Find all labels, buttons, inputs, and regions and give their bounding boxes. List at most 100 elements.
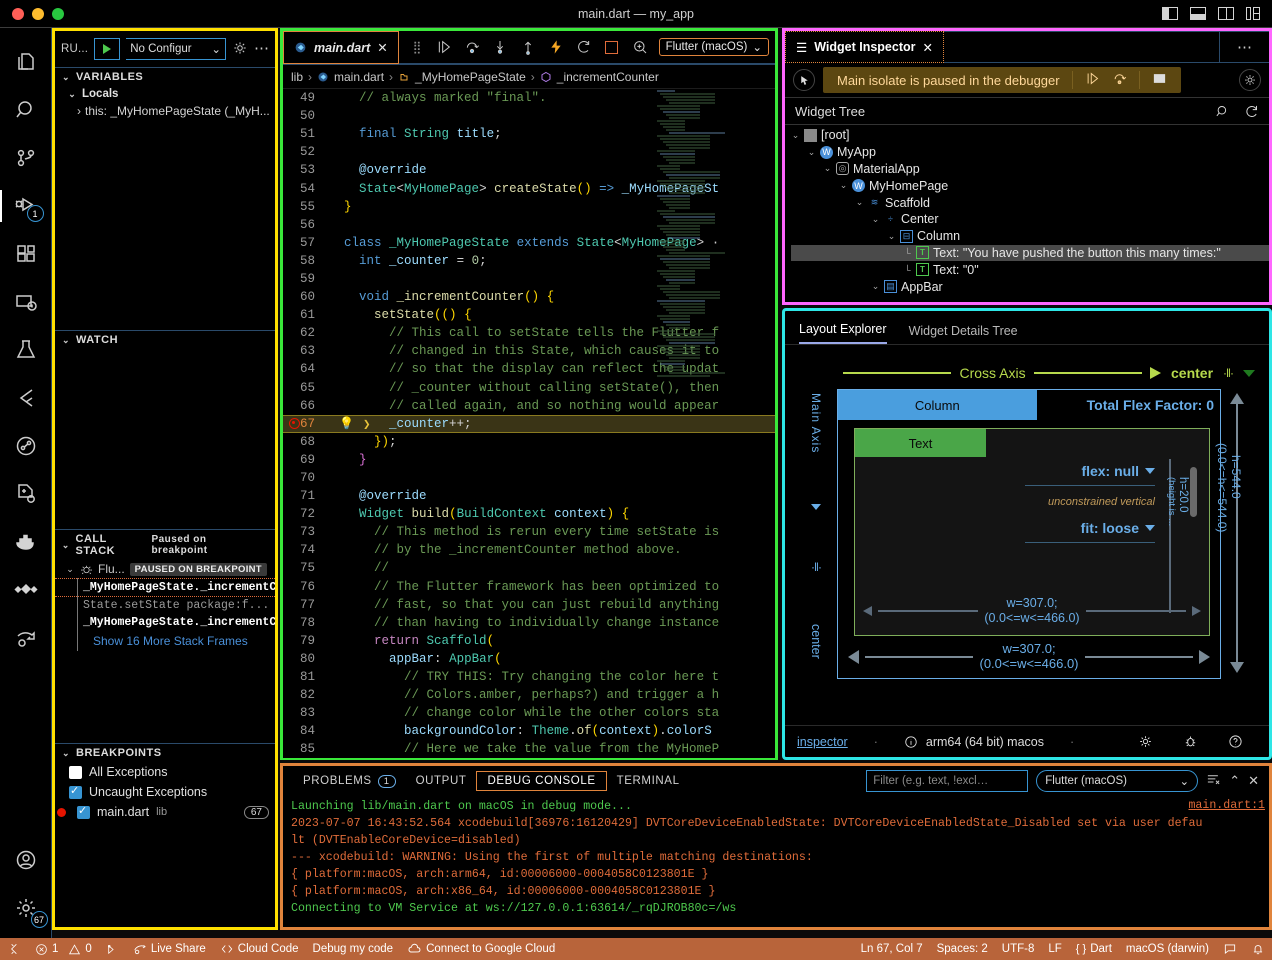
step-over-icon[interactable] (463, 38, 481, 56)
minimap[interactable] (657, 89, 715, 758)
activity-cpp-tools[interactable] (0, 470, 52, 518)
source-link[interactable]: main.dart:1 (1188, 797, 1265, 814)
status-problems[interactable]: 1 0 (28, 938, 99, 960)
widget-tree-node[interactable]: ⌄▤AppBar (791, 278, 1269, 295)
chevron-down-icon[interactable]: ⌄ (791, 130, 800, 141)
variable-row[interactable]: ›this: _MyHomePageState (_MyH... (55, 102, 275, 120)
close-panel-icon[interactable]: ✕ (1248, 773, 1259, 789)
hot-reload-icon[interactable] (547, 38, 565, 56)
activity-search[interactable] (0, 86, 52, 134)
activity-docker[interactable] (0, 518, 52, 566)
inspector-settings-button[interactable] (1239, 69, 1261, 91)
callstack-thread-row[interactable]: ⌄ Flu... PAUSED ON BREAKPOINT (55, 560, 275, 578)
status-platform[interactable]: macOS (darwin) (1119, 938, 1216, 960)
breakpoint-checkbox[interactable] (69, 766, 82, 779)
drag-handle-icon[interactable]: ⣿ (407, 38, 425, 56)
debug-console-output[interactable]: main.dart:1 Launching lib/main.dart on m… (283, 796, 1269, 926)
tab-main-dart[interactable]: main.dart ✕ (283, 31, 399, 64)
device-selector[interactable]: Flutter (macOS) ⌄ (659, 38, 769, 56)
status-eol[interactable]: LF (1041, 938, 1068, 960)
tab-widget-inspector[interactable]: ☰ Widget Inspector ✕ (785, 31, 944, 63)
status-notifications[interactable] (1244, 938, 1272, 960)
start-debugging-button[interactable] (94, 38, 120, 60)
status-feedback[interactable] (1216, 938, 1244, 960)
stack-frame[interactable]: _MyHomePageState._incrementCo (55, 578, 275, 597)
show-more-stack-frames-link[interactable]: Show 16 More Stack Frames (55, 631, 275, 651)
status-remote[interactable] (0, 938, 28, 960)
main-axis-value[interactable]: center (809, 624, 823, 659)
status-indentation[interactable]: Spaces: 2 (930, 938, 995, 960)
status-encoding[interactable]: UTF-8 (995, 938, 1042, 960)
open-launch-json-button[interactable] (232, 40, 248, 59)
breadcrumb-item-method[interactable]: _incrementCounter (557, 70, 659, 84)
chevron-down-icon[interactable] (1145, 468, 1155, 474)
status-cursor-position[interactable]: Ln 67, Col 7 (854, 938, 930, 960)
tab-debug-console[interactable]: DEBUG CONSOLE (476, 771, 606, 791)
tab-problems[interactable]: PROBLEMS 1 (293, 772, 406, 791)
help-icon[interactable] (1228, 734, 1243, 749)
status-debug-my-code[interactable]: Debug my code (306, 938, 401, 960)
status-cloud-code[interactable]: Cloud Code (213, 938, 306, 960)
search-icon[interactable] (1215, 104, 1230, 119)
launch-configuration-select[interactable]: No Configur ⌄ (126, 38, 226, 60)
breadcrumb-item-file[interactable]: main.dart (334, 70, 384, 84)
customize-layout-icon[interactable] (1246, 7, 1262, 20)
inspector-page-link[interactable]: inspector (797, 735, 848, 749)
editor-scrollbar[interactable] (761, 89, 775, 758)
activity-database[interactable] (0, 566, 52, 614)
activity-settings[interactable]: 67 (0, 884, 52, 932)
chevron-down-icon[interactable]: ⌄ (807, 147, 816, 158)
widget-tree-node[interactable]: ⌄≋Scaffold (791, 194, 1269, 211)
breakpoint-checkbox[interactable] (77, 806, 90, 819)
restart-icon[interactable] (575, 38, 593, 56)
continue-icon[interactable] (435, 38, 453, 56)
stop-icon[interactable] (603, 38, 621, 56)
activity-accounts[interactable] (0, 836, 52, 884)
activity-dart-info[interactable] (0, 422, 52, 470)
breakpoint-checkbox[interactable] (69, 786, 82, 799)
chevron-down-icon[interactable]: ⌄ (871, 281, 880, 292)
chevron-down-icon[interactable]: ⌄ (855, 197, 864, 208)
close-icon[interactable]: ✕ (923, 40, 933, 55)
activity-deploy[interactable] (0, 614, 52, 662)
inspector-more-icon[interactable]: ⋯ (1219, 31, 1269, 63)
chevron-down-icon[interactable]: ⌄ (823, 163, 832, 174)
flex-dropdown-label[interactable]: flex: null (1081, 463, 1139, 479)
gear-icon[interactable] (1138, 734, 1153, 749)
status-connect-google-cloud[interactable]: Connect to Google Cloud (400, 938, 562, 960)
section-breakpoints[interactable]: ⌄ BREAKPOINTS (55, 743, 275, 762)
close-icon[interactable]: ✕ (377, 40, 387, 55)
activity-run-and-debug[interactable]: 1 (0, 182, 52, 230)
status-ports[interactable] (99, 938, 126, 960)
section-watch[interactable]: ⌄ WATCH (55, 330, 275, 349)
column-widget-box[interactable]: Column Total Flex Factor: 0 Text flex: n… (837, 389, 1221, 679)
breakpoint-item[interactable]: All Exceptions (55, 762, 275, 782)
activity-source-control[interactable] (0, 134, 52, 182)
chevron-down-icon[interactable] (1145, 525, 1155, 531)
debug-session-select[interactable]: Flutter (macOS) ⌄ (1036, 770, 1198, 792)
tab-terminal[interactable]: TERMINAL (607, 772, 690, 790)
widget-tree-node[interactable]: ⌄[root] (791, 127, 1269, 144)
activity-remote-explorer[interactable] (0, 278, 52, 326)
resume-icon[interactable] (1085, 71, 1100, 89)
step-out-icon[interactable] (519, 38, 537, 56)
widget-tree-node[interactable]: ⌄WMyApp (791, 144, 1269, 161)
clear-console-icon[interactable] (1206, 772, 1221, 790)
widget-tree-node[interactable]: ⌄÷Center (791, 211, 1269, 228)
select-widget-mode-button[interactable] (793, 69, 815, 91)
stack-frame[interactable]: State.setState package:f... (55, 597, 275, 614)
more-actions-icon[interactable]: ⋯ (254, 45, 269, 53)
activity-explorer[interactable] (0, 38, 52, 86)
text-child-box[interactable]: Text flex: null unconstrained vertical f… (854, 428, 1210, 636)
info-icon[interactable] (904, 735, 918, 749)
cross-axis-value[interactable]: center (1171, 365, 1213, 381)
toggle-panel-icon[interactable] (1190, 7, 1206, 20)
toggle-secondary-sidebar-icon[interactable] (1218, 7, 1234, 20)
tab-output[interactable]: OUTPUT (406, 772, 477, 790)
widget-tree[interactable]: ⌄[root]⌄WMyApp⌄◎MaterialApp⌄WMyHomePage⌄… (785, 125, 1269, 295)
console-filter-input[interactable]: Filter (e.g. text, !excl… (866, 770, 1028, 792)
bug-icon[interactable] (1183, 734, 1198, 749)
chevron-down-icon[interactable]: ⌄ (887, 231, 896, 242)
section-variables[interactable]: ⌄ VARIABLES (55, 67, 275, 86)
step-into-icon[interactable] (491, 38, 509, 56)
